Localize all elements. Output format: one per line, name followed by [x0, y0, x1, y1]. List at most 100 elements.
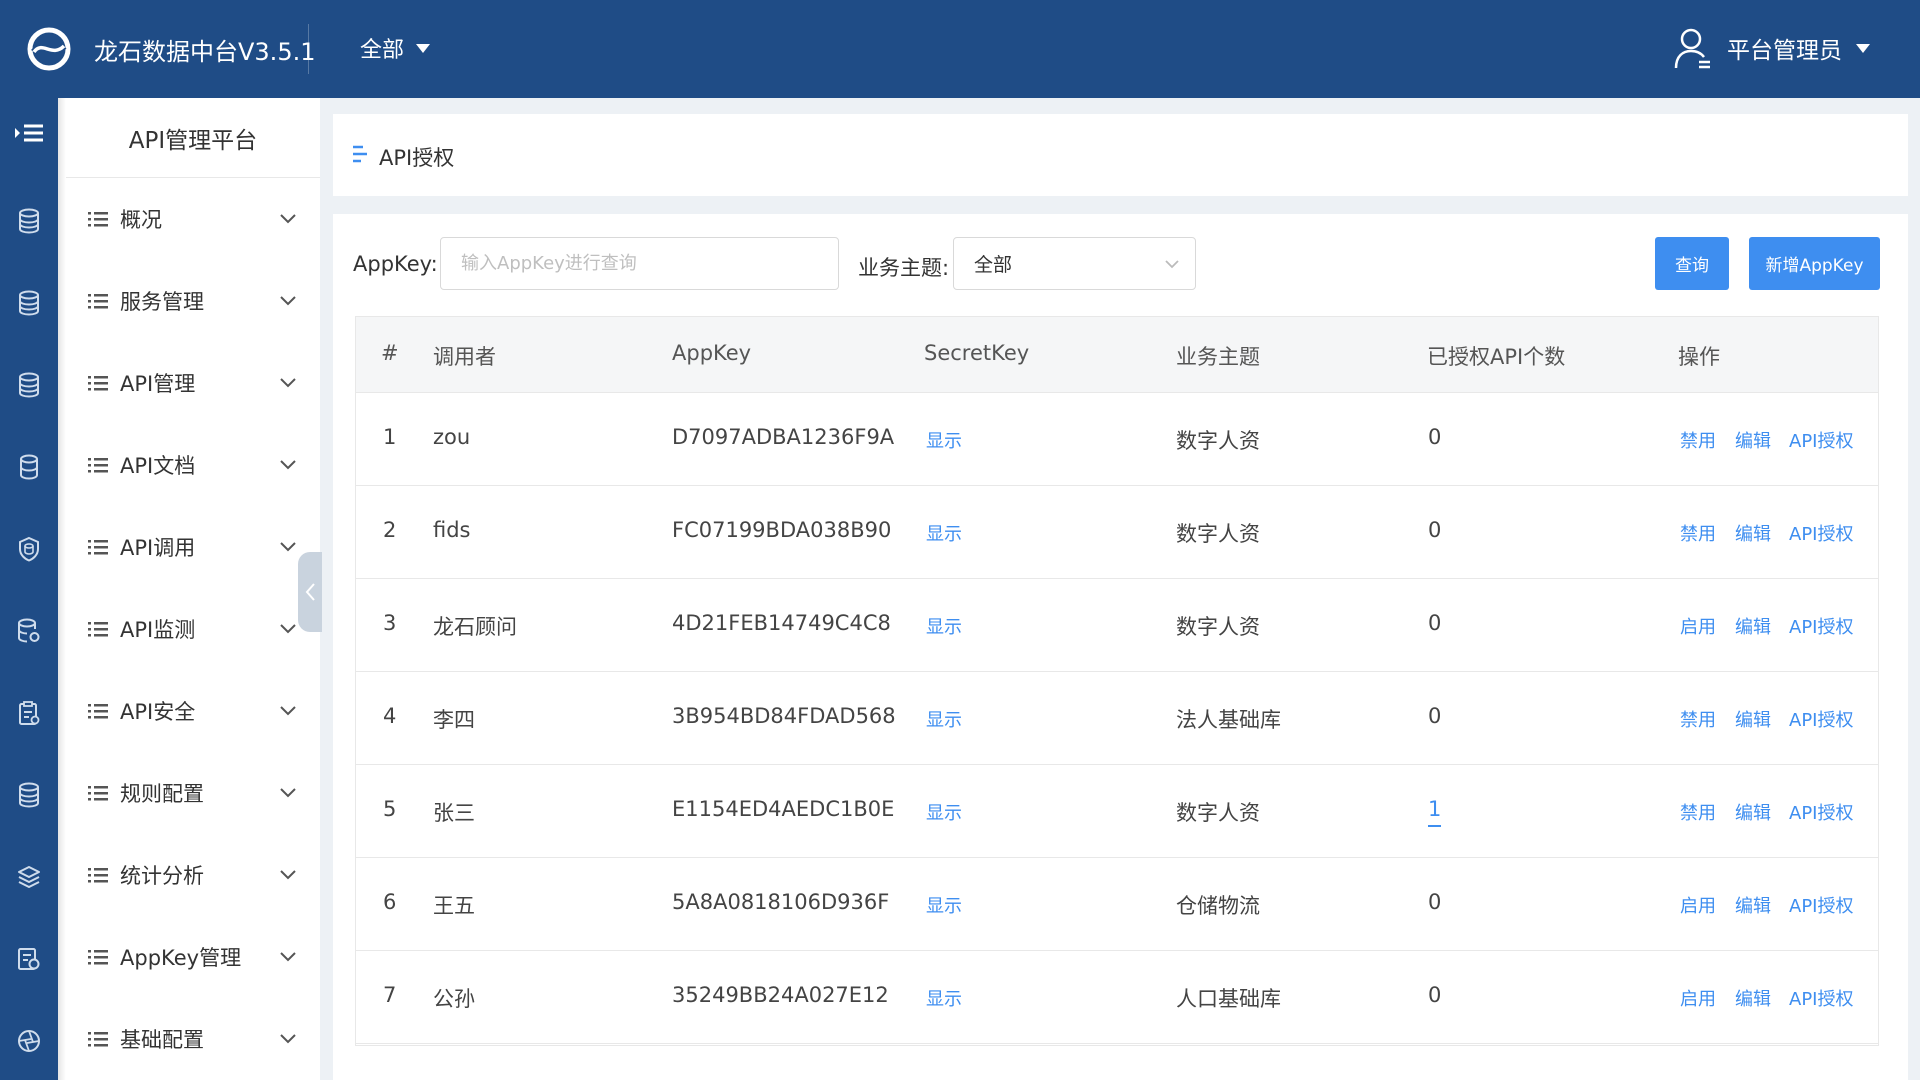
show-secret-link[interactable]: 显示	[926, 427, 962, 453]
toggle-status-link[interactable]: 启用	[1680, 985, 1716, 1011]
sidebar-item-api-call[interactable]: API调用	[66, 506, 320, 588]
chevron-down-icon	[280, 460, 296, 470]
appkey-table: # 调用者 AppKey SecretKey 业务主题 已授权API个数 操作 …	[355, 316, 1879, 1046]
row-index: 6	[383, 890, 397, 914]
sidebar-item-label: API管理	[120, 372, 196, 396]
sidebar-item-appkey-management[interactable]: AppKey管理	[66, 916, 320, 998]
topic-cell: 数字人资	[1176, 615, 1260, 639]
toggle-status-link[interactable]: 禁用	[1680, 799, 1716, 825]
api-authorize-link[interactable]: API授权	[1789, 892, 1853, 918]
sidebar-item-label: 基础配置	[120, 1028, 204, 1052]
column-header: 已授权API个数	[1427, 345, 1566, 369]
sidebar-item-api-docs[interactable]: API文档	[66, 424, 320, 506]
api-authorize-link[interactable]: API授权	[1789, 985, 1853, 1011]
column-header: 调用者	[433, 345, 496, 369]
appkey-filter-label: AppKey:	[353, 252, 438, 276]
show-secret-link[interactable]: 显示	[926, 892, 962, 918]
database-settings-icon[interactable]	[17, 618, 41, 644]
topic-select[interactable]: 全部	[953, 237, 1196, 290]
authorized-count-link[interactable]: 1	[1428, 797, 1442, 827]
toggle-status-link[interactable]: 禁用	[1680, 520, 1716, 546]
sidebar-item-api-monitor[interactable]: API监测	[66, 588, 320, 670]
chevron-down-icon	[280, 214, 296, 224]
api-authorize-link[interactable]: API授权	[1789, 706, 1853, 732]
sidebar-title: API管理平台	[66, 98, 320, 178]
authorized-count-cell: 0	[1428, 890, 1442, 914]
table-row: 2 fids FC07199BDA038B90 显示 数字人资 0 禁用 编辑 …	[356, 486, 1878, 579]
show-secret-link[interactable]: 显示	[926, 706, 962, 732]
chevron-down-icon	[280, 624, 296, 634]
list-icon	[88, 212, 108, 227]
appkey-cell: 4D21FEB14749C4C8	[672, 611, 891, 635]
api-authorize-link[interactable]: API授权	[1789, 799, 1853, 825]
edit-link[interactable]: 编辑	[1735, 706, 1771, 732]
list-icon	[88, 458, 108, 473]
sidebar-item-label: 统计分析	[120, 864, 204, 888]
authorized-count-cell: 0	[1428, 425, 1442, 449]
layers-icon[interactable]	[17, 864, 41, 890]
show-secret-link[interactable]: 显示	[926, 520, 962, 546]
sidebar-item-statistics[interactable]: 统计分析	[66, 834, 320, 916]
database-icon[interactable]	[17, 782, 41, 808]
toggle-status-link[interactable]: 启用	[1680, 613, 1716, 639]
api-authorize-link[interactable]: API授权	[1789, 427, 1853, 453]
topic-cell: 数字人资	[1176, 522, 1260, 546]
scope-dropdown[interactable]: 全部	[360, 32, 431, 64]
clipboard-icon[interactable]	[17, 700, 41, 726]
edit-link[interactable]: 编辑	[1735, 892, 1771, 918]
database-icon[interactable]	[17, 372, 41, 398]
add-appkey-button[interactable]: 新增AppKey	[1749, 237, 1880, 290]
column-header: 业务主题	[1176, 345, 1260, 369]
database-icon[interactable]	[17, 208, 41, 234]
row-index: 5	[383, 797, 397, 821]
api-authorize-link[interactable]: API授权	[1789, 613, 1853, 639]
shield-database-icon[interactable]	[17, 536, 41, 562]
edit-link[interactable]: 编辑	[1735, 520, 1771, 546]
sidebar-item-service-management[interactable]: 服务管理	[66, 260, 320, 342]
show-secret-link[interactable]: 显示	[926, 985, 962, 1011]
sidebar-menu: API管理平台 概况 服务管理 API管理 API文档 API调用 API监测 …	[58, 98, 320, 1080]
show-secret-link[interactable]: 显示	[926, 613, 962, 639]
aperture-icon[interactable]	[17, 1028, 41, 1054]
api-authorize-link[interactable]: API授权	[1789, 520, 1853, 546]
show-secret-link[interactable]: 显示	[926, 799, 962, 825]
sidebar-item-api-security[interactable]: API安全	[66, 670, 320, 752]
sidebar-item-overview[interactable]: 概况	[66, 178, 320, 260]
sidebar-item-label: API文档	[120, 454, 196, 478]
table-row: 6 王五 5A8A0818106D936F 显示 仓储物流 0 启用 编辑 AP…	[356, 858, 1878, 951]
table-row: 3 龙石顾问 4D21FEB14749C4C8 显示 数字人资 0 启用 编辑 …	[356, 579, 1878, 672]
column-header: AppKey	[672, 341, 752, 365]
caller-cell: 龙石顾问	[433, 615, 517, 639]
list-icon	[88, 294, 108, 309]
edit-link[interactable]: 编辑	[1735, 613, 1771, 639]
caller-cell: 王五	[433, 894, 475, 918]
sidebar-collapse-handle[interactable]	[298, 552, 322, 632]
sidebar-item-label: 规则配置	[120, 782, 204, 806]
sidebar-item-rule-config[interactable]: 规则配置	[66, 752, 320, 834]
toggle-status-link[interactable]: 禁用	[1680, 706, 1716, 732]
toggle-status-link[interactable]: 禁用	[1680, 427, 1716, 453]
menu-toggle-icon[interactable]	[13, 118, 45, 150]
toggle-status-link[interactable]: 启用	[1680, 892, 1716, 918]
appkey-cell: FC07199BDA038B90	[672, 518, 892, 542]
list-icon	[88, 622, 108, 637]
sidebar-item-basic-config[interactable]: 基础配置	[66, 998, 320, 1080]
report-icon[interactable]	[17, 946, 41, 972]
user-menu[interactable]: 平台管理员	[1673, 26, 1870, 70]
edit-link[interactable]: 编辑	[1735, 985, 1771, 1011]
appkey-search-input[interactable]	[440, 237, 839, 290]
caret-down-icon	[416, 43, 431, 53]
sidebar-item-label: 概况	[120, 208, 162, 232]
table-row: 7 公孙 35249BB24A027E12 显示 人口基础库 0 启用 编辑 A…	[356, 951, 1878, 1044]
caret-down-icon	[1856, 43, 1870, 53]
topic-cell: 数字人资	[1176, 801, 1260, 825]
top-navigation-bar: 龙石数据中台V3.5.1 全部 平台管理员	[0, 0, 1920, 98]
edit-link[interactable]: 编辑	[1735, 799, 1771, 825]
database-icon[interactable]	[17, 454, 41, 480]
query-button[interactable]: 查询	[1655, 237, 1729, 290]
edit-link[interactable]: 编辑	[1735, 427, 1771, 453]
sidebar-item-api-management[interactable]: API管理	[66, 342, 320, 424]
database-icon[interactable]	[17, 290, 41, 316]
table-row: 5 张三 E1154ED4AEDC1B0E 显示 数字人资 1 禁用 编辑 AP…	[356, 765, 1878, 858]
table-row: 4 李四 3B954BD84FDAD568 显示 法人基础库 0 禁用 编辑 A…	[356, 672, 1878, 765]
